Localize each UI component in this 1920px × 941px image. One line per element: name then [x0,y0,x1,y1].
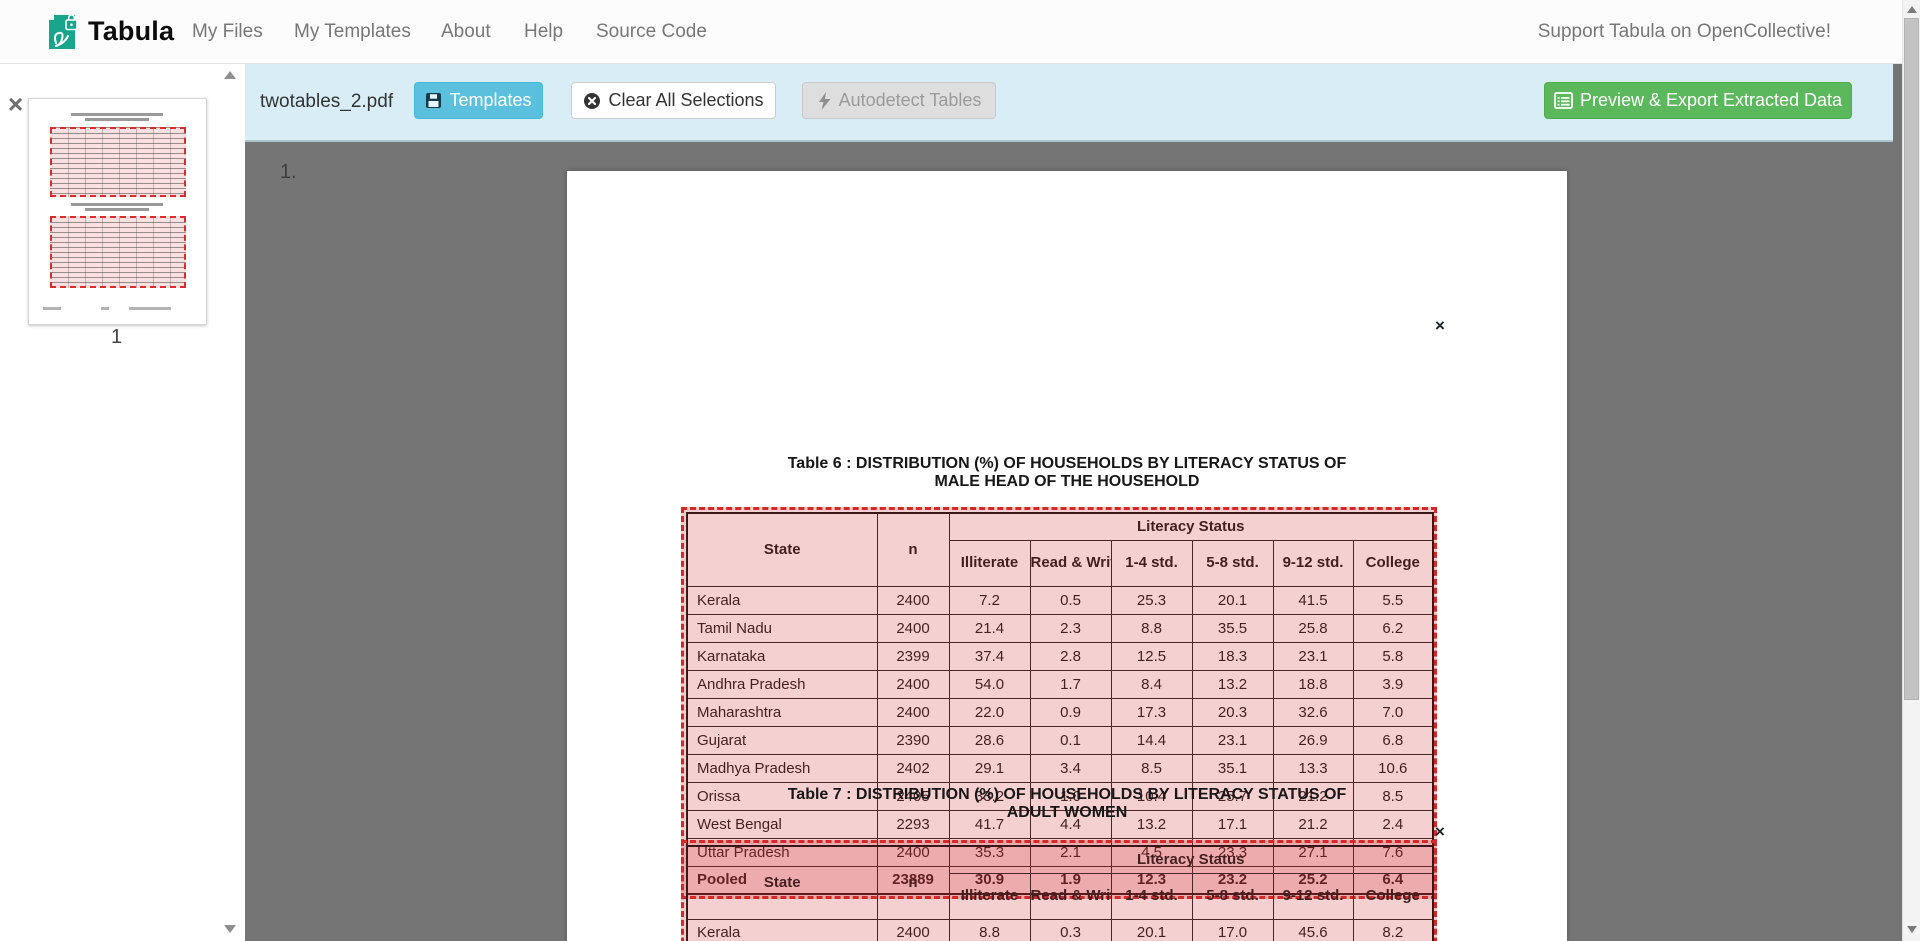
window-scrollbar[interactable] [1902,0,1920,941]
clear-button-label: Clear All Selections [608,90,763,111]
nav-help[interactable]: Help [524,0,563,63]
thumb-title-line [71,113,163,116]
autodetect-tables-button[interactable]: Autodetect Tables [802,82,996,119]
nav-source-code[interactable]: Source Code [596,0,707,63]
thumbnail-selection-table6[interactable] [50,127,186,197]
nav-my-files[interactable]: My Files [192,0,263,63]
export-button-label: Preview & Export Extracted Data [1580,90,1842,111]
remove-file-icon[interactable]: × [8,91,23,117]
table7-title-line2: ADULT WOMEN [567,804,1567,822]
pdf-page-1[interactable]: Table 6 : DISTRIBUTION (%) OF HOUSEHOLDS… [567,171,1567,941]
selection-close-table6-icon[interactable]: × [1435,317,1457,334]
thumb-title-line [85,208,149,211]
nav-about[interactable]: About [441,0,491,63]
thumbnail-page-number: 1 [28,326,205,349]
thumb-footer-text [129,307,171,310]
pdf-canvas: 1. Table 6 : DISTRIBUTION (%) OF HOUSEHO… [245,63,1902,941]
thumb-title-line [71,203,163,206]
nav-my-templates[interactable]: My Templates [294,0,411,63]
tabula-pdf-logo-icon[interactable] [44,12,80,52]
thumb-title-line [85,118,149,121]
table6-title: Table 6 : DISTRIBUTION (%) OF HOUSEHOLDS… [567,455,1567,491]
brand-title[interactable]: Tabula [88,0,174,63]
scrollbar-down-icon[interactable] [1907,926,1917,933]
table7-title: Table 7 : DISTRIBUTION (%) OF HOUSEHOLDS… [567,786,1567,822]
tabula-app: Tabula My Files My Templates About Help … [0,0,1920,941]
thumb-footer-text [101,307,109,310]
list-alt-icon [1554,92,1573,109]
thumbnail-selection-table7[interactable] [50,216,186,288]
scrollbar-thumb[interactable] [1904,18,1919,700]
templates-button-label: Templates [449,90,531,111]
table6-title-line2: MALE HEAD OF THE HOUSEHOLD [567,473,1567,491]
templates-button[interactable]: Templates [414,82,543,119]
document-filename: twotables_2.pdf [260,63,393,140]
autodetect-button-label: Autodetect Tables [839,90,982,111]
templates-icon [425,92,442,109]
sidebar-scroll-down-icon[interactable] [224,925,236,933]
clear-all-selections-button[interactable]: Clear All Selections [571,82,776,119]
scrollbar-up-icon[interactable] [1907,6,1917,13]
page-index-label: 1. [280,161,297,184]
lightning-bolt-icon [817,92,832,110]
page-thumbnail-sidebar: × 1 [0,63,245,941]
remove-circle-icon [583,92,601,110]
selection-box-table7[interactable] [681,840,1437,941]
page-1-thumbnail[interactable] [28,98,207,325]
selection-close-table7-icon[interactable]: × [1435,823,1457,840]
table7-title-line1: Table 7 : DISTRIBUTION (%) OF HOUSEHOLDS… [567,786,1567,804]
top-navbar: Tabula My Files My Templates About Help … [0,0,1902,64]
thumb-footer-text [43,307,61,310]
sidebar-scroll-up-icon[interactable] [224,71,236,79]
document-toolbar: twotables_2.pdf Templates Clear All Sele… [245,63,1893,142]
support-link[interactable]: Support Tabula on OpenCollective! [1538,0,1831,63]
preview-export-button[interactable]: Preview & Export Extracted Data [1544,82,1852,119]
table6-title-line1: Table 6 : DISTRIBUTION (%) OF HOUSEHOLDS… [567,455,1567,473]
